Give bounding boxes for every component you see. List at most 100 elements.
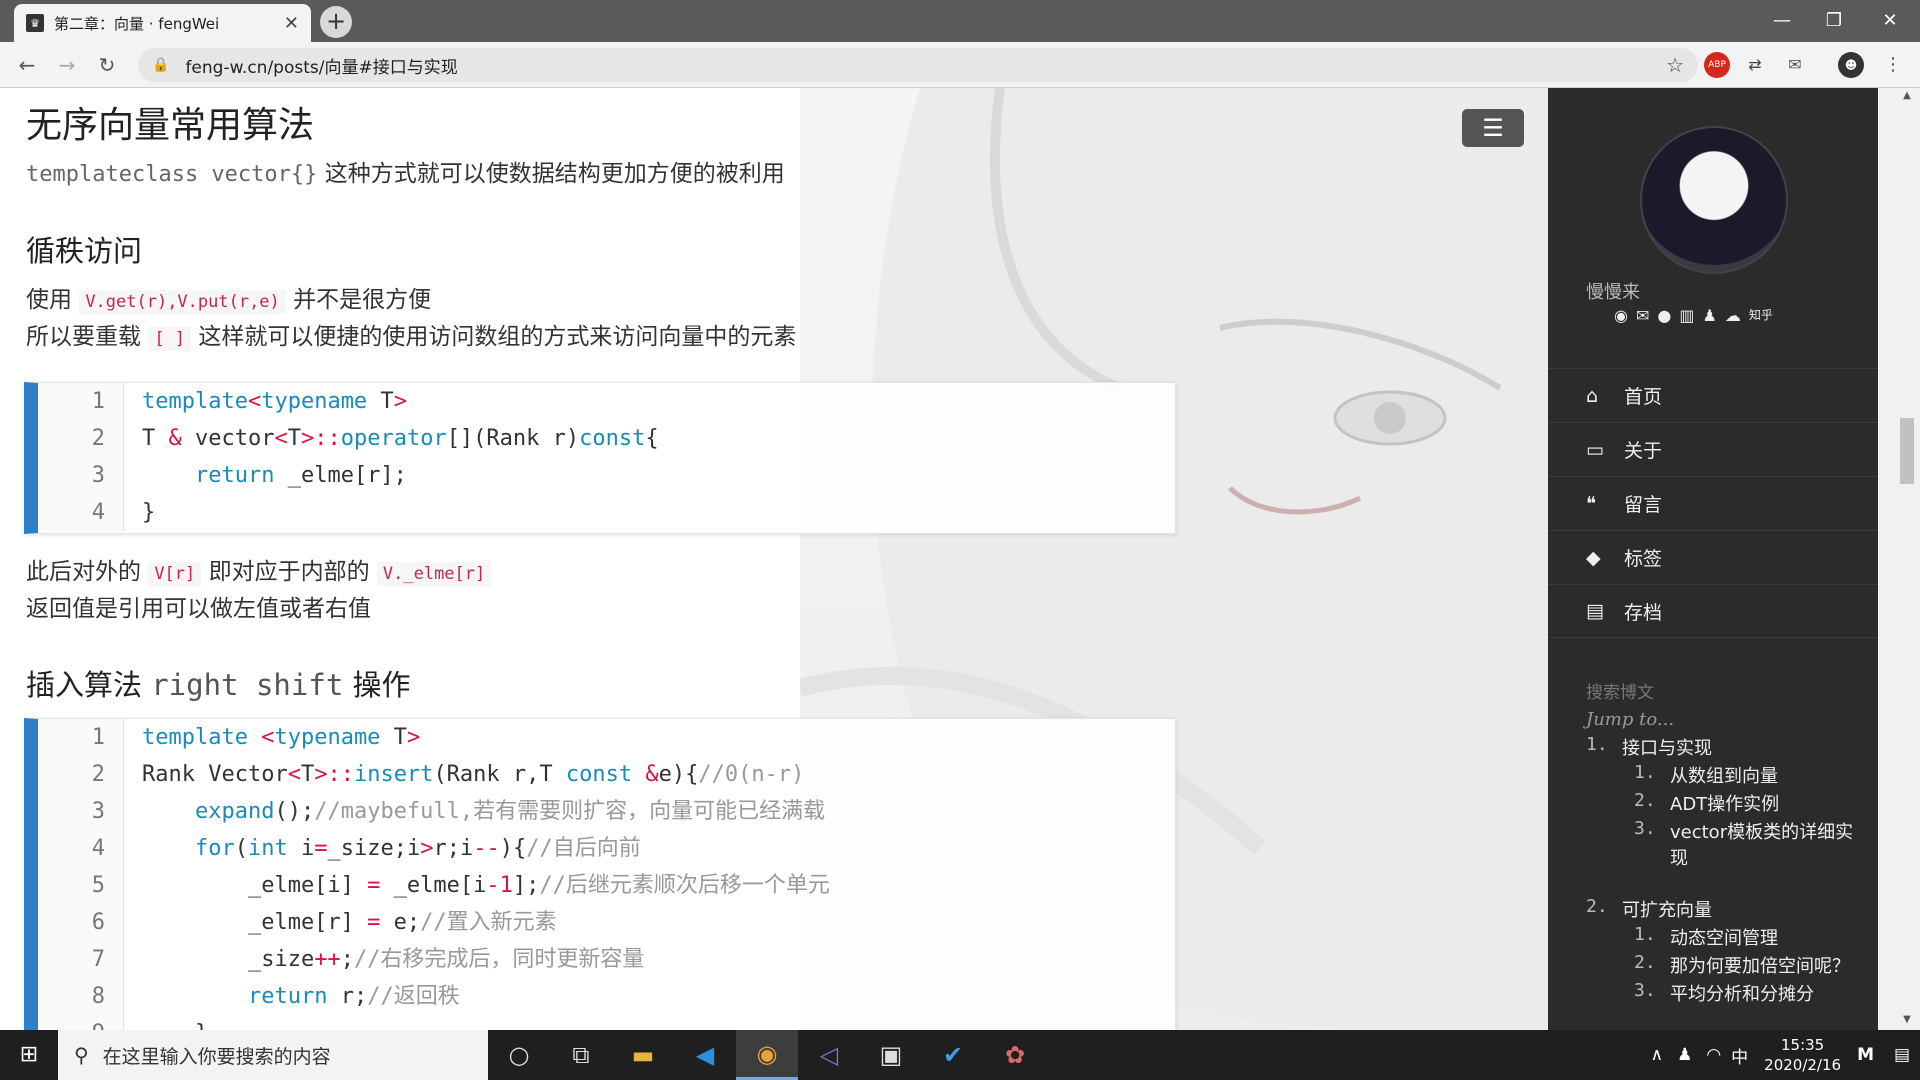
- overload-paragraph: 所以要重载 [ ] 这样就可以便捷的使用访问数组的方式来访问向量中的元素: [26, 319, 1176, 358]
- browser-menu-icon[interactable]: ⋮: [1880, 52, 1906, 78]
- sync-icon[interactable]: ⇄: [1742, 52, 1768, 78]
- bracket-inline-code: [ ]: [148, 327, 192, 351]
- heading-insert: 插入算法 right shift 操作: [26, 662, 1176, 704]
- nav-item-about[interactable]: ▭ 关于: [1548, 422, 1878, 476]
- ime-indicator[interactable]: 中: [1731, 1043, 1748, 1068]
- browser-tab[interactable]: ♛ 第二章：向量 · fengWei ✕: [14, 4, 311, 42]
- use-suffix: 并不是很方便: [285, 287, 432, 313]
- browser-toolbar: ← → ↻ 🔒 feng-w.cn/posts/向量#接口与实现 ☆ ABP ⇄…: [0, 42, 1920, 88]
- chrome-icon[interactable]: ◉: [736, 1030, 798, 1080]
- code-line: 5 _elme[i] = _elme[i-1];//后继元素顺次后移一个单元: [38, 867, 1175, 904]
- overload-suffix: 这样就可以便捷的使用访问数组的方式来访问向量中的元素: [191, 324, 797, 350]
- wechat-icon[interactable]: ☁: [1725, 306, 1741, 325]
- mail-icon[interactable]: ✉: [1636, 306, 1649, 325]
- nav-label: 留言: [1624, 494, 1663, 516]
- toc-item[interactable]: 1. 接口与实现: [1586, 734, 1856, 760]
- tags-icon: ◆: [1586, 546, 1601, 569]
- restore-button[interactable]: ❐: [1814, 6, 1854, 36]
- nav-item-home[interactable]: ⌂ 首页: [1548, 368, 1878, 422]
- nav-item-tags[interactable]: ◆ 标签: [1548, 530, 1878, 584]
- vscode-icon[interactable]: ◀: [674, 1030, 736, 1080]
- forward-icon[interactable]: →: [52, 50, 82, 80]
- page-scrollbar[interactable]: ▲ ▼: [1878, 88, 1920, 1030]
- address-bar[interactable]: 🔒 feng-w.cn/posts/向量#接口与实现 ☆: [138, 48, 1698, 82]
- toc-item[interactable]: 3. 平均分析和分摊分: [1634, 980, 1856, 1006]
- code-line: 9 }: [38, 1015, 1175, 1030]
- tab-close-icon[interactable]: ✕: [284, 13, 299, 34]
- toc-item[interactable]: 2. ADT操作实例: [1634, 790, 1856, 816]
- overload-prefix: 所以要重载: [26, 324, 149, 350]
- line-number: 3: [38, 457, 124, 494]
- start-button[interactable]: ⊞: [0, 1030, 58, 1080]
- toc-search-label[interactable]: 搜索博文: [1586, 678, 1856, 703]
- terminal-icon[interactable]: ▣: [860, 1030, 922, 1080]
- taskbar-search[interactable]: ⚲ 在这里输入你要搜索的内容: [58, 1030, 488, 1080]
- mail-icon[interactable]: ✉: [1782, 52, 1808, 78]
- toc-number: 1.: [1586, 734, 1608, 755]
- toc-item[interactable]: 2. 那为何要加倍空间呢？: [1634, 952, 1856, 978]
- notification-icon[interactable]: ▤: [1884, 1045, 1920, 1065]
- scroll-thumb[interactable]: [1900, 418, 1914, 484]
- elme-inline-code: V._elme[r]: [376, 562, 492, 586]
- bookmark-star-icon[interactable]: ☆: [1666, 53, 1684, 77]
- after-prefix: 此后对外的: [26, 559, 149, 585]
- line-number: 2: [38, 756, 124, 793]
- back-icon[interactable]: ←: [12, 50, 42, 80]
- code-line: 2T & vector<T>::operator[](Rank r)const{: [38, 420, 1175, 457]
- clock-time: 15:35: [1781, 1036, 1825, 1054]
- toc-number: 1.: [1634, 924, 1656, 945]
- line-number: 9: [38, 1015, 124, 1030]
- new-tab-button[interactable]: +: [320, 6, 352, 38]
- insert-heading-suffix: 操作: [343, 668, 411, 702]
- nav-label: 关于: [1624, 440, 1663, 462]
- toc-item[interactable]: 1. 动态空间管理: [1634, 924, 1856, 950]
- vr-inline-code: V[r]: [148, 562, 202, 586]
- close-window-button[interactable]: ✕: [1870, 6, 1910, 36]
- url-text[interactable]: feng-w.cn/posts/向量#接口与实现: [185, 53, 1666, 78]
- github-icon[interactable]: ●: [1657, 306, 1671, 325]
- zhihu-link[interactable]: 知乎: [1749, 306, 1773, 325]
- hamburger-menu-button[interactable]: ☰: [1462, 109, 1524, 147]
- task-view-icon[interactable]: ⧉: [550, 1030, 612, 1080]
- toc-item[interactable]: 1. 从数组到向量: [1634, 762, 1856, 788]
- search-icon: ⚲: [74, 1043, 89, 1067]
- nav-item-archive[interactable]: ▤ 存档: [1548, 584, 1878, 638]
- code-line: 3 expand();//maybefull,若有需要则扩容，向量可能已经满载: [38, 793, 1175, 830]
- paint-icon[interactable]: ✿: [984, 1030, 1046, 1080]
- template-paragraph: templateclass vector{} 这种方式就可以使数据结构更加方便的…: [26, 156, 1176, 193]
- chart-icon[interactable]: ▥: [1679, 306, 1694, 325]
- clock[interactable]: 15:35 2020/2/16: [1764, 1035, 1841, 1075]
- heading-rank-access: 循秩访问: [26, 234, 143, 268]
- page-content: ☰ 无序向量常用算法 templateclass vector{} 这种方式就可…: [0, 88, 1548, 1030]
- toc-item[interactable]: 2. 可扩充向量: [1586, 896, 1856, 922]
- author-avatar[interactable]: [1640, 126, 1788, 274]
- insert-heading-code: right shift: [151, 668, 344, 702]
- toc-item[interactable]: 3. vector模板类的详细实现: [1634, 818, 1856, 870]
- social-links: ◉ ✉ ● ▥ ♟ ☁ 知乎: [1614, 306, 1773, 325]
- profile-avatar[interactable]: ☻: [1838, 52, 1864, 78]
- rss-icon[interactable]: ◉: [1614, 306, 1628, 325]
- qq-icon[interactable]: ♟: [1702, 306, 1716, 325]
- after-mid: 即对应于内部的: [201, 559, 377, 585]
- system-tray: ∧ ♟ ◠ 中 15:35 2020/2/16 M ▤: [1651, 1030, 1920, 1080]
- scroll-up-icon[interactable]: ▲: [1900, 90, 1914, 101]
- scroll-down-icon[interactable]: ▼: [1900, 1014, 1914, 1025]
- adblock-icon[interactable]: ABP: [1704, 52, 1730, 78]
- tray-expand-icon[interactable]: ∧: [1651, 1045, 1663, 1065]
- line-number: 1: [38, 719, 124, 756]
- visual-studio-icon[interactable]: ◁: [798, 1030, 860, 1080]
- nav-item-guestbook[interactable]: ❝ 留言: [1548, 476, 1878, 530]
- wifi-icon[interactable]: ◠: [1706, 1045, 1721, 1065]
- tab-title: 第二章：向量 · fengWei: [54, 14, 220, 33]
- typora-icon[interactable]: ✔: [922, 1030, 984, 1080]
- file-explorer-icon[interactable]: ▬: [612, 1030, 674, 1080]
- blog-sidebar: 慢慢来 ◉ ✉ ● ▥ ♟ ☁ 知乎 ⌂ 首页 ▭ 关于 ❝ 留言 ◆ 标签 ▤ 存档 搜…: [1548, 88, 1878, 1030]
- minimize-button[interactable]: —: [1762, 6, 1802, 36]
- code-line: 3 return _elme[r];: [38, 457, 1175, 494]
- lock-icon[interactable]: 🔒: [152, 57, 169, 73]
- reload-icon[interactable]: ↻: [92, 50, 122, 80]
- markdown-tray-icon[interactable]: M: [1857, 1045, 1874, 1065]
- use-prefix: 使用: [26, 287, 80, 313]
- cortana-icon[interactable]: ○: [488, 1030, 550, 1080]
- qq-tray-icon[interactable]: ♟: [1677, 1045, 1692, 1065]
